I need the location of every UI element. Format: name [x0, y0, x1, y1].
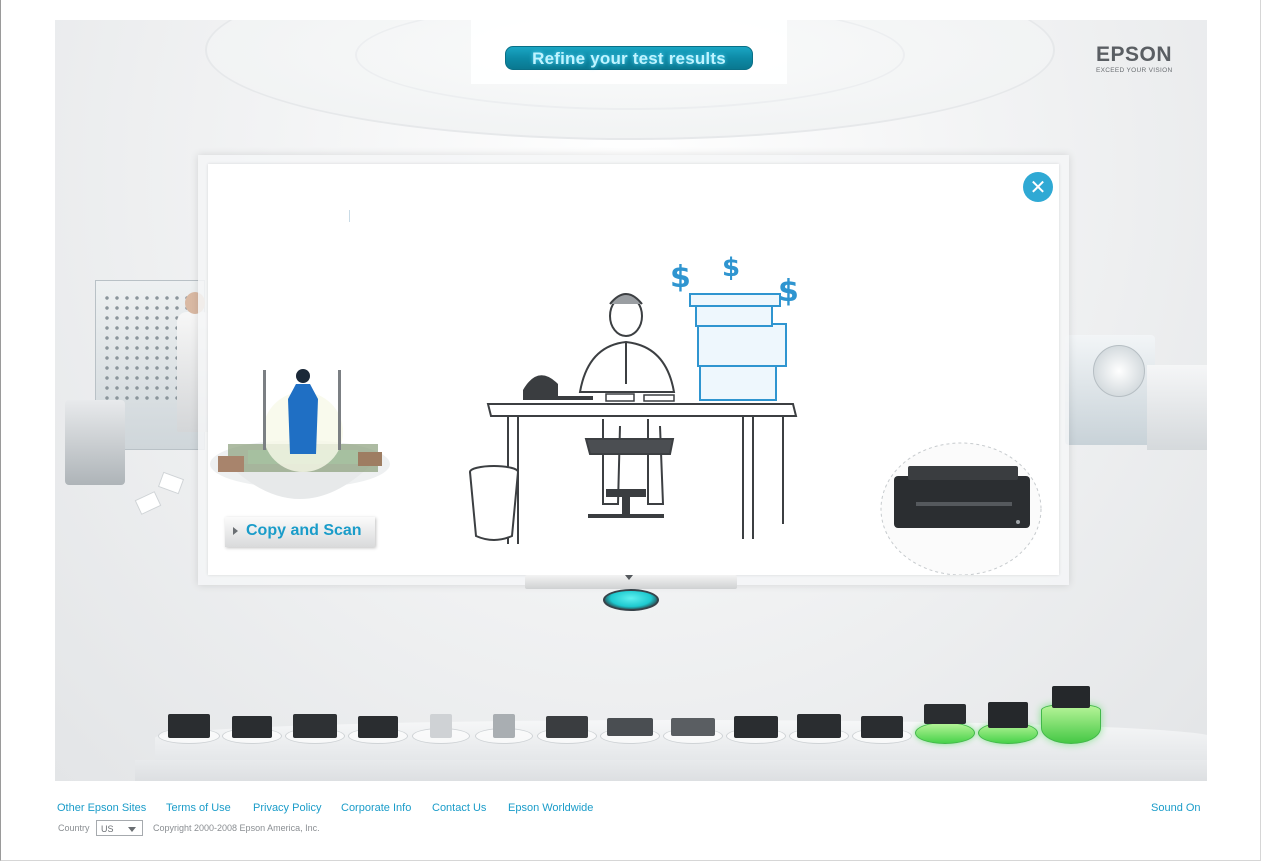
- footer-link-privacy-policy[interactable]: Privacy Policy: [253, 802, 321, 814]
- lab-cabinet: [1147, 365, 1207, 450]
- shelf-printer[interactable]: [222, 710, 282, 744]
- footer-link-epson-worldwide[interactable]: Epson Worldwide: [508, 802, 593, 814]
- country-select[interactable]: US: [96, 820, 143, 836]
- shelf-printer[interactable]: [158, 710, 220, 744]
- stacked-printers: [689, 293, 787, 401]
- paper-sheet: [134, 491, 162, 515]
- shelf-printer[interactable]: [348, 710, 408, 744]
- copy-and-scan-button[interactable]: Copy and Scan: [225, 517, 375, 547]
- shelf-printer[interactable]: [726, 710, 786, 744]
- desk: [486, 403, 798, 544]
- projector-button[interactable]: [603, 589, 659, 611]
- hologram-pedestal-illustration: [210, 369, 390, 499]
- country-value: US: [101, 824, 114, 834]
- footer-link-contact-us[interactable]: Contact Us: [432, 802, 486, 814]
- footer-link-other-epson-sites[interactable]: Other Epson Sites: [57, 802, 146, 814]
- shelf-printer[interactable]: [978, 700, 1038, 744]
- lab-right-equipment: [1055, 335, 1207, 475]
- close-icon[interactable]: ✕: [1023, 172, 1053, 202]
- shelf-printer[interactable]: [915, 704, 975, 744]
- play-arrow-icon: [233, 527, 238, 535]
- footer-link-terms-of-use[interactable]: Terms of Use: [166, 802, 231, 814]
- scenario-modal: ✕ $ $ $ Copy and Scan: [208, 164, 1059, 575]
- shelf-printer[interactable]: [285, 710, 345, 744]
- shelf-printer[interactable]: [475, 710, 533, 744]
- epson-logo: EPSON EXCEED YOUR VISION: [1096, 44, 1186, 76]
- lab-machine: [1065, 335, 1155, 445]
- brand-tagline: EXCEED YOUR VISION: [1096, 67, 1173, 74]
- shelf-printer[interactable]: [537, 710, 597, 744]
- printer-product-bubble: [880, 442, 1042, 575]
- shelf-printer[interactable]: [663, 710, 723, 744]
- down-arrow-icon: [625, 575, 633, 580]
- lab-printer: [65, 400, 125, 485]
- shelf-edge: [135, 760, 1207, 781]
- shelf-printer[interactable]: [600, 710, 660, 744]
- footer-link-corporate-info[interactable]: Corporate Info: [341, 802, 411, 814]
- country-label: Country: [58, 823, 90, 833]
- svg-text:$: $: [670, 260, 691, 295]
- brand-name: EPSON: [1096, 43, 1173, 66]
- trash-can: [469, 465, 519, 541]
- shelf-printer[interactable]: [412, 710, 470, 744]
- svg-text:$: $: [778, 274, 799, 309]
- paperwork: [605, 393, 675, 402]
- cursor-mark: [349, 210, 350, 222]
- copy-and-scan-label: Copy and Scan: [246, 522, 362, 539]
- shelf-printer[interactable]: [1041, 684, 1101, 744]
- shelf-printer[interactable]: [789, 710, 849, 744]
- svg-text:$: $: [722, 254, 740, 283]
- sound-toggle[interactable]: Sound On: [1151, 802, 1201, 814]
- paper-sheet: [157, 471, 185, 495]
- refine-results-button[interactable]: Refine your test results: [505, 46, 753, 70]
- copyright-text: Copyright 2000-2008 Epson America, Inc.: [153, 823, 320, 833]
- chevron-down-icon: [128, 827, 136, 832]
- shelf-printer[interactable]: [852, 710, 912, 744]
